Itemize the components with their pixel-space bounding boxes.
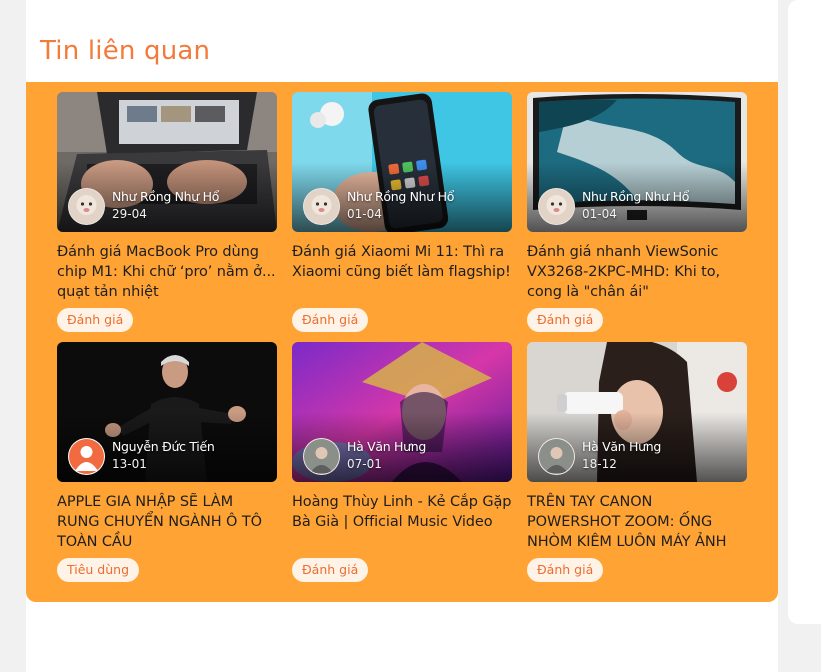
article-title[interactable]: TRÊN TAY CANON POWERSHOT ZOOM: ỐNG NHÒM … [527,492,747,552]
right-sidebar-panel [788,0,821,624]
article-card[interactable]: Hà Văn Hưng 18-12 TRÊN TAY CANON POWERSH… [527,342,747,582]
category-tag[interactable]: Đánh giá [57,308,134,332]
article-thumbnail[interactable]: Như Rồng Như Hổ 29-04 [57,92,277,232]
article-title[interactable]: Hoàng Thùy Linh - Kẻ Cắp Gặp Bà Già | Of… [292,492,512,552]
post-date: 29-04 [112,207,147,221]
author-name[interactable]: Hà Văn Hưng [582,439,661,454]
post-date: 18-12 [582,457,617,471]
article-title[interactable]: Đánh giá MacBook Pro dùng chip M1: Khi c… [57,242,277,302]
article-card[interactable]: Như Rồng Như Hổ 01-04 Đánh giá nhanh Vie… [527,92,747,332]
post-date: 13-01 [112,457,147,471]
author-avatar [538,188,575,225]
category-tag[interactable]: Đánh giá [292,308,369,332]
article-card[interactable]: Như Rồng Như Hổ 29-04 Đánh giá MacBook P… [57,92,277,332]
category-tag[interactable]: Đánh giá [527,558,604,582]
article-card[interactable]: Nguyễn Đức Tiến 13-01 APPLE GIA NHẬP SẼ … [57,342,277,582]
related-news-panel: Như Rồng Như Hổ 29-04 Đánh giá MacBook P… [26,82,778,602]
author-name[interactable]: Hà Văn Hưng [347,439,426,454]
article-thumbnail[interactable]: Như Rồng Như Hổ 01-04 [292,92,512,232]
article-title[interactable]: APPLE GIA NHẬP SẼ LÀM RUNG CHUYỂN NGÀNH … [57,492,277,552]
category-tag[interactable]: Đánh giá [292,558,369,582]
author-name[interactable]: Như Rồng Như Hổ [582,189,689,204]
author-name[interactable]: Như Rồng Như Hổ [112,189,219,204]
article-thumbnail[interactable]: Hà Văn Hưng 18-12 [527,342,747,482]
article-title[interactable]: Đánh giá nhanh ViewSonic VX3268-2KPC-MHD… [527,242,747,302]
article-card[interactable]: Hà Văn Hưng 07-01 Hoàng Thùy Linh - Kẻ C… [292,342,512,582]
article-thumbnail[interactable]: Hà Văn Hưng 07-01 [292,342,512,482]
post-date: 07-01 [347,457,382,471]
post-date: 01-04 [582,207,617,221]
author-avatar [68,188,105,225]
author-avatar [303,438,340,475]
section-title: Tin liên quan [40,36,211,66]
category-tag[interactable]: Tiêu dùng [57,558,140,582]
author-avatar [303,188,340,225]
author-name[interactable]: Như Rồng Như Hổ [347,189,454,204]
article-card[interactable]: Như Rồng Như Hổ 01-04 Đánh giá Xiaomi Mi… [292,92,512,332]
post-date: 01-04 [347,207,382,221]
author-name[interactable]: Nguyễn Đức Tiến [112,439,215,454]
article-thumbnail[interactable]: Nguyễn Đức Tiến 13-01 [57,342,277,482]
author-avatar [538,438,575,475]
article-thumbnail[interactable]: Như Rồng Như Hổ 01-04 [527,92,747,232]
author-avatar [68,438,105,475]
article-title[interactable]: Đánh giá Xiaomi Mi 11: Thì ra Xiaomi cũn… [292,242,512,302]
category-tag[interactable]: Đánh giá [527,308,604,332]
